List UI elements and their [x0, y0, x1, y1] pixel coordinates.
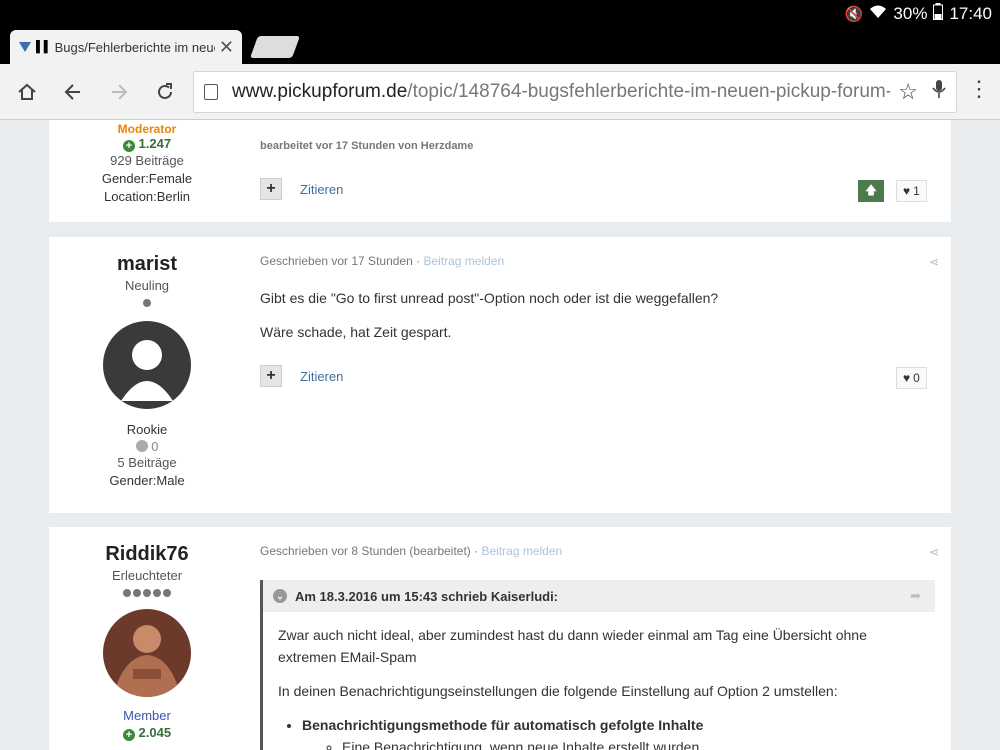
- username[interactable]: marist: [49, 253, 245, 276]
- avatar[interactable]: [103, 321, 191, 409]
- multiquote-button[interactable]: +: [260, 178, 282, 200]
- user-title: Erleuchteter: [111, 568, 183, 583]
- share-icon[interactable]: ⋖: [929, 545, 939, 559]
- user-rank: Moderator: [117, 122, 177, 136]
- browser-toolbar: www.pickupforum.de/topic/148764-bugsfehl…: [0, 64, 1000, 120]
- reputation: + 2.045: [49, 725, 245, 741]
- tab-title: Bugs/Fehlerberichte im neuen: [54, 39, 215, 55]
- quote-button[interactable]: Zitieren: [300, 369, 343, 384]
- post-2: marist Neuling Rookie 0 5 Beiträge Gende…: [49, 237, 951, 513]
- menu-icon[interactable]: ⋮: [968, 76, 990, 102]
- address-bar[interactable]: www.pickupforum.de/topic/148764-bugsfehl…: [193, 71, 957, 113]
- post-actions: + Zitieren: [260, 365, 343, 387]
- page-icon: [204, 84, 218, 100]
- post-text: Wäre schade, hat Zeit gespart.: [260, 324, 452, 340]
- user-title: Neuling: [124, 278, 170, 293]
- plus-circle-icon: +: [122, 140, 135, 152]
- reputation: 0: [49, 439, 245, 454]
- post-body: Geschrieben vor 17 Stunden · Beitrag mel…: [260, 254, 935, 342]
- post-text: Gibt es die "Go to first unread post"-Op…: [260, 290, 719, 306]
- author-panel: Riddik76 Erleuchteter Member + 2.045: [49, 543, 245, 741]
- post-meta: Geschrieben vor 17 Stunden · Beitrag mel…: [260, 254, 505, 268]
- multiquote-button[interactable]: +: [260, 365, 282, 387]
- gender: Gender:Male: [109, 473, 185, 488]
- quote-button[interactable]: Zitieren: [300, 182, 343, 197]
- post-body: bearbeitet vor 17 Stunden von Herzdame: [260, 140, 935, 152]
- post-count: 5 Beiträge: [117, 455, 177, 470]
- quote-paragraph: Zwar auch nicht ideal, aber zumindest ha…: [278, 627, 867, 665]
- neutral-circle-icon: [135, 440, 148, 452]
- page-content: Moderator + 1.247 929 Beiträge Gender:Fe…: [0, 120, 1000, 750]
- status-bar: 🔇 30% 17:40: [0, 0, 1000, 28]
- like-button[interactable]: ♥ 0: [896, 367, 927, 389]
- report-link[interactable]: Beitrag melden: [423, 254, 504, 268]
- wifi-icon: [869, 4, 887, 24]
- avatar[interactable]: [103, 609, 191, 697]
- quote-body: Zwar auch nicht ideal, aber zumindest ha…: [263, 612, 935, 750]
- clock: 17:40: [949, 3, 992, 23]
- author-panel: marist Neuling Rookie 0 5 Beiträge Gende…: [49, 253, 245, 490]
- battery-level: 30%: [893, 3, 928, 23]
- reputation: + 1.247: [49, 136, 245, 152]
- location: Location:Berlin: [104, 189, 190, 204]
- reload-icon[interactable]: [142, 69, 188, 115]
- report-link[interactable]: Beitrag melden: [481, 544, 562, 558]
- quote-list: Benachrichtigungsmethode für automatisch…: [302, 714, 920, 750]
- user-rank: Member: [123, 708, 171, 723]
- tab-active[interactable]: ▌▌ Bugs/Fehlerberichte im neuen ✕: [10, 30, 242, 64]
- forward-icon[interactable]: [96, 69, 142, 115]
- edited-note: bearbeitet vor 17 Stunden von Herzdame: [260, 140, 474, 152]
- heart-icon: ♥: [903, 184, 911, 198]
- close-icon[interactable]: ✕: [219, 37, 234, 58]
- username[interactable]: Riddik76: [49, 543, 245, 566]
- author-panel: Moderator + 1.247 929 Beiträge Gender:Fe…: [49, 120, 245, 206]
- home-icon[interactable]: [4, 69, 50, 115]
- like-button[interactable]: ♥ 1: [896, 180, 927, 202]
- share-icon[interactable]: ⋖: [929, 255, 939, 269]
- quote-paragraph: In deinen Benachrichtigungseinstellungen…: [278, 683, 838, 699]
- gender: Gender:Female: [101, 171, 193, 186]
- back-icon[interactable]: [50, 69, 96, 115]
- post-actions: + Zitieren: [260, 178, 343, 200]
- tab-strip: ▌▌ Bugs/Fehlerberichte im neuen ✕: [0, 28, 1000, 64]
- quote-link-icon[interactable]: ➦: [910, 588, 921, 604]
- rank-dots: [49, 589, 245, 597]
- quote-list-item: Benachrichtigungsmethode für automatisch…: [302, 717, 704, 733]
- user-rank: Rookie: [126, 422, 168, 437]
- upvote-icon[interactable]: 🡅: [858, 180, 884, 202]
- post-meta: Geschrieben vor 8 Stunden (bearbeitet) ·…: [260, 544, 563, 558]
- plus-circle-icon: +: [122, 729, 135, 741]
- quote-header: ⌄ Am 18.3.2016 um 15:43 schrieb Kaiserlu…: [263, 580, 935, 612]
- rank-dot: [143, 299, 151, 307]
- post-count: 929 Beiträge: [110, 153, 184, 168]
- heart-icon: ♥: [903, 371, 911, 385]
- microphone-icon[interactable]: [932, 79, 946, 105]
- url-text[interactable]: www.pickupforum.de/topic/148764-bugsfehl…: [232, 81, 890, 103]
- pause-icon: ▌▌: [36, 41, 52, 53]
- battery-icon: [933, 3, 944, 24]
- chevron-down-icon[interactable]: ⌄: [273, 589, 287, 603]
- quote-block: ⌄ Am 18.3.2016 um 15:43 schrieb Kaiserlu…: [260, 580, 935, 750]
- new-tab-button[interactable]: [249, 36, 301, 58]
- post-3: Riddik76 Erleuchteter Member + 2.045 Ges…: [49, 527, 951, 750]
- quote-sublist-item: Eine Benachrichtigung, wenn neue Inhalte…: [342, 736, 920, 750]
- post-1: Moderator + 1.247 929 Beiträge Gender:Fe…: [49, 120, 951, 222]
- mute-icon: 🔇: [844, 5, 864, 23]
- post-body: Geschrieben vor 8 Stunden (bearbeitet) ·…: [260, 544, 935, 558]
- site-favicon-icon: [18, 40, 32, 54]
- bookmark-star-icon[interactable]: ☆: [898, 79, 918, 105]
